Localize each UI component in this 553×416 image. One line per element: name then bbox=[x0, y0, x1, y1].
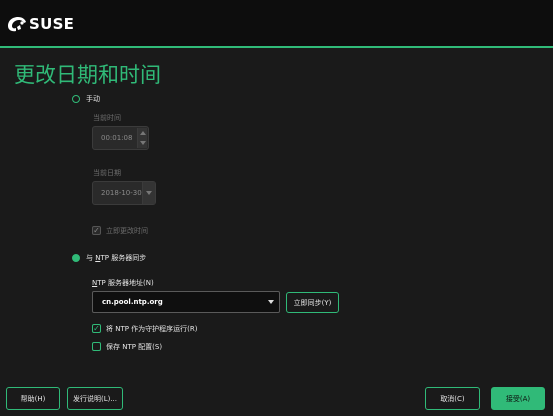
accept-button[interactable]: 接受(A) bbox=[491, 387, 545, 410]
spin-up-icon[interactable] bbox=[139, 131, 146, 135]
checkmark-icon: ✓ bbox=[93, 225, 100, 235]
logo-wordmark: SUSE bbox=[29, 15, 75, 33]
checkmark-icon: ✓ bbox=[93, 323, 100, 333]
help-button[interactable]: 帮助(H) bbox=[6, 387, 60, 410]
save-ntp-config-checkbox[interactable] bbox=[92, 342, 101, 351]
current-date-label: 当前日期 bbox=[93, 169, 121, 177]
spin-down-icon[interactable] bbox=[139, 141, 146, 145]
manual-radio[interactable] bbox=[72, 95, 80, 103]
run-ntp-daemon-checkbox[interactable]: ✓ bbox=[92, 324, 101, 333]
ntp-server-label: NTP 服务器地址(N) bbox=[92, 279, 154, 287]
current-time-field[interactable]: 00:01:08 bbox=[92, 126, 149, 150]
ntp-server-value: cn.pool.ntp.org bbox=[102, 298, 163, 306]
top-bar: SUSE bbox=[0, 0, 553, 46]
header-accent-line bbox=[0, 46, 553, 48]
ntp-server-combobox[interactable]: cn.pool.ntp.org bbox=[92, 291, 280, 313]
change-time-now-label[interactable]: 立即更改时间 bbox=[106, 226, 148, 236]
ntp-sync-radio[interactable] bbox=[72, 254, 80, 262]
sync-now-button[interactable]: 立即同步(Y) bbox=[286, 292, 339, 313]
run-ntp-daemon-label[interactable]: 将 NTP 作为守护程序运行(R) bbox=[106, 324, 198, 334]
current-date-value: 2018-10-30 bbox=[101, 189, 142, 197]
release-notes-button[interactable]: 发行说明(L)... bbox=[67, 387, 123, 410]
change-time-now-checkbox[interactable]: ✓ bbox=[92, 226, 101, 235]
page-title: 更改日期和时间 bbox=[14, 63, 161, 87]
time-spinner[interactable] bbox=[137, 128, 147, 148]
chevron-down-icon bbox=[146, 191, 152, 195]
current-time-label: 当前时间 bbox=[93, 114, 121, 122]
chameleon-icon bbox=[8, 17, 26, 32]
current-time-value: 00:01:08 bbox=[101, 134, 133, 142]
suse-logo: SUSE bbox=[7, 11, 74, 37]
date-dropdown-button[interactable] bbox=[142, 182, 155, 204]
ntp-sync-label[interactable]: 与 NTP 服务器同步 bbox=[86, 253, 146, 263]
save-ntp-config-label[interactable]: 保存 NTP 配置(S) bbox=[106, 342, 162, 352]
chevron-down-icon[interactable] bbox=[268, 300, 274, 304]
manual-radio-label[interactable]: 手动 bbox=[86, 94, 100, 104]
current-date-field[interactable]: 2018-10-30 bbox=[92, 181, 156, 205]
cancel-button[interactable]: 取消(C) bbox=[425, 387, 480, 410]
